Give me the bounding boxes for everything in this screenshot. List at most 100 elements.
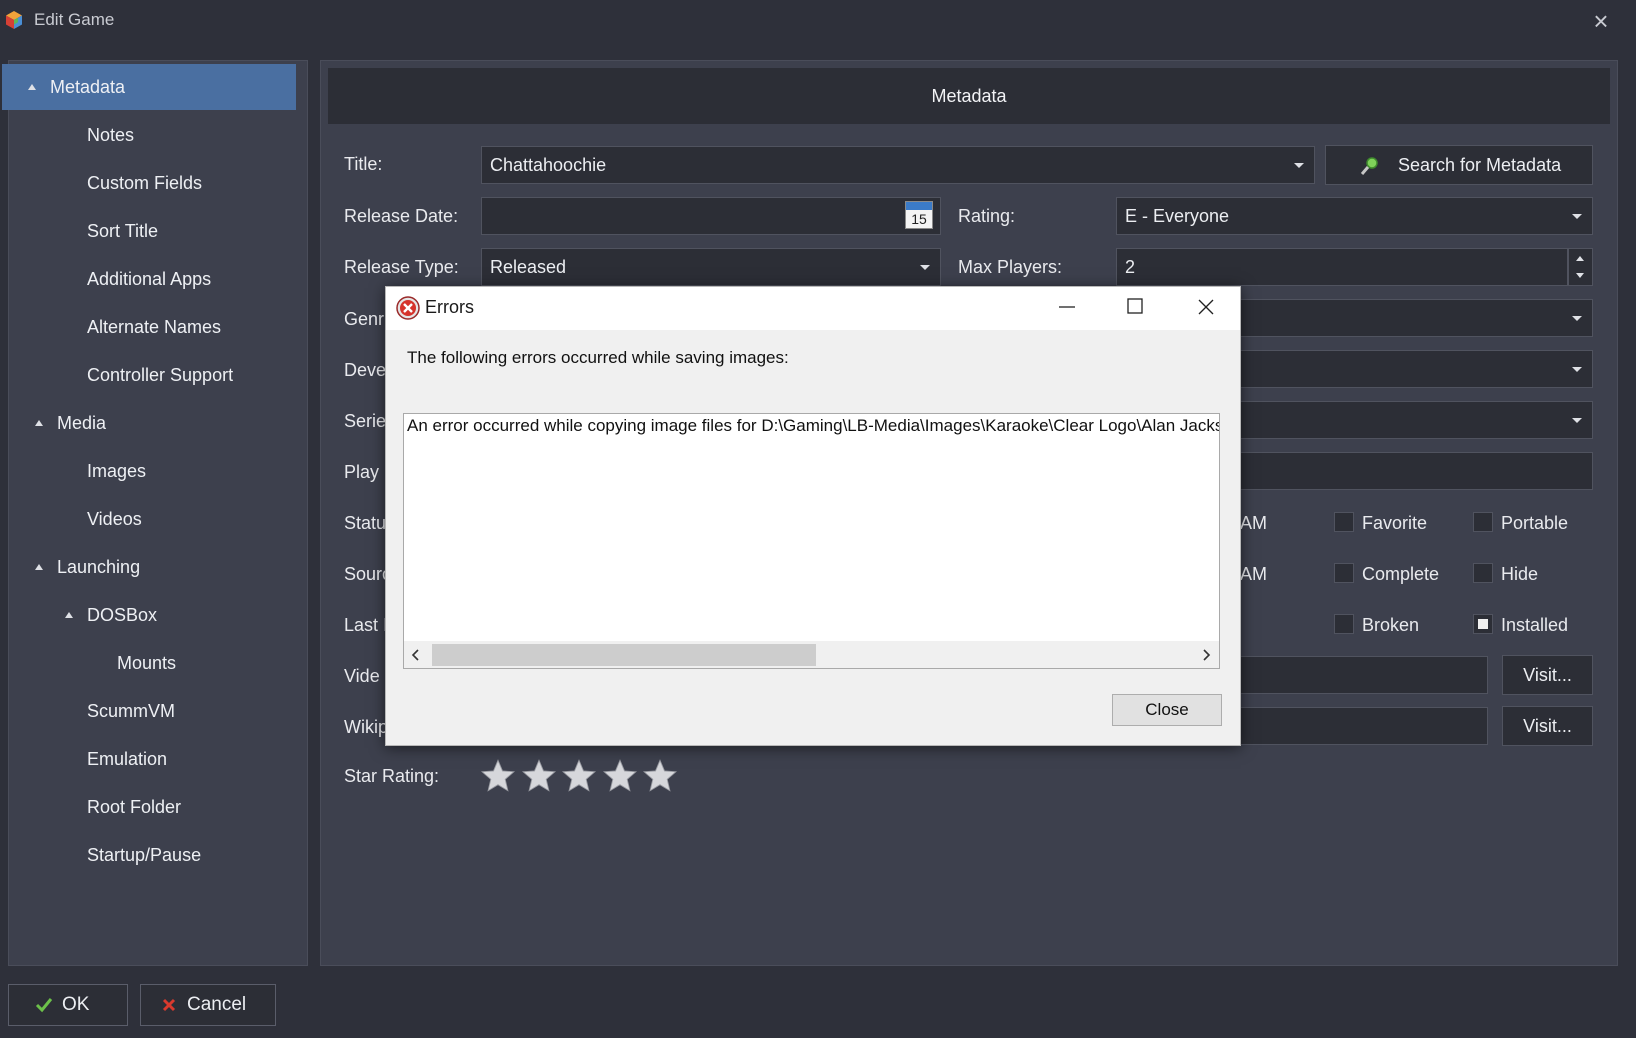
portable-checkbox[interactable] <box>1473 512 1493 532</box>
errors-dialog-message: The following errors occurred while savi… <box>407 348 789 367</box>
sidebar-item-label: Sort Title <box>87 221 159 241</box>
max-players-field[interactable]: 2 <box>1116 248 1568 286</box>
maximize-icon[interactable] <box>1126 297 1144 315</box>
sidebar-item-label: Launching <box>57 557 141 577</box>
error-details-textbox[interactable] <box>403 413 1220 669</box>
sidebar-item-label: Root Folder <box>87 797 182 817</box>
spin-up-icon[interactable] <box>1576 256 1584 261</box>
wikipedia-url-label: Wikip <box>344 717 388 737</box>
video-visit-button[interactable]: Visit... <box>1502 655 1593 695</box>
calendar-day: 15 <box>911 211 927 227</box>
favorite-checkbox[interactable] <box>1334 512 1354 532</box>
source-label: Sourc <box>344 564 392 584</box>
cancel-button[interactable]: Cancel <box>140 984 276 1026</box>
sidebar-item-metadata[interactable]: Metadata <box>2 64 296 110</box>
calendar-icon[interactable]: 15 <box>905 201 933 229</box>
sidebar-item-startup-pause[interactable]: Startup/Pause <box>9 832 307 878</box>
release-date-label: Release Date: <box>344 206 459 226</box>
sidebar-item-label: Notes <box>87 125 135 145</box>
genre-dropdown[interactable] <box>1230 299 1593 337</box>
rating-dropdown[interactable]: E - Everyone <box>1116 197 1593 235</box>
video-url-field[interactable] <box>1230 656 1488 694</box>
sidebar-item-label: DOSBox <box>87 605 158 625</box>
star-icon[interactable] <box>561 758 597 794</box>
wikipedia-url-field[interactable] <box>1230 707 1488 745</box>
last-played-label: Last I <box>344 615 389 635</box>
sidebar-item-label: Media <box>57 413 107 433</box>
release-type-dropdown-icon[interactable] <box>920 265 930 270</box>
spin-down-icon[interactable] <box>1576 273 1584 278</box>
errors-dialog-title: Errors <box>425 297 474 317</box>
sidebar-item-label: Controller Support <box>87 365 234 385</box>
max-players-spinner[interactable] <box>1568 248 1593 286</box>
play-mode-field[interactable] <box>1230 452 1593 490</box>
scrollbar-thumb[interactable] <box>432 644 816 666</box>
developer-dropdown[interactable] <box>1230 350 1593 388</box>
star-icon[interactable] <box>602 758 638 794</box>
search-metadata-button[interactable]: Search for Metadata <box>1325 145 1593 185</box>
title-label: Title: <box>344 154 383 174</box>
sidebar-item-dosbox[interactable]: DOSBox <box>9 592 307 638</box>
minimize-icon[interactable] <box>1057 296 1077 316</box>
window-close-icon[interactable]: × <box>1586 6 1616 36</box>
magnifier-icon <box>1360 157 1378 175</box>
sidebar-item-mounts[interactable]: Mounts <box>9 640 307 686</box>
sidebar-item-sort-title[interactable]: Sort Title <box>9 208 307 254</box>
dialog-close-icon[interactable] <box>1196 297 1216 317</box>
series-dropdown-icon[interactable] <box>1572 418 1582 423</box>
star-icon[interactable] <box>480 758 516 794</box>
play-mode-label: Play I <box>344 462 390 482</box>
series-dropdown[interactable] <box>1230 401 1593 439</box>
ok-label: OK <box>62 994 90 1015</box>
expand-triangle-icon[interactable] <box>35 420 43 426</box>
sidebar-item-scummvm[interactable]: ScummVM <box>9 688 307 734</box>
sidebar-item-label: Metadata <box>50 77 126 97</box>
sidebar-item-emulation[interactable]: Emulation <box>9 736 307 782</box>
sidebar-item-images[interactable]: Images <box>9 448 307 494</box>
sidebar-item-videos[interactable]: Videos <box>9 496 307 542</box>
window-titlebar <box>0 0 1636 40</box>
sidebar-item-additional-apps[interactable]: Additional Apps <box>9 256 307 302</box>
star-icon[interactable] <box>521 758 557 794</box>
hide-checkbox[interactable] <box>1473 563 1493 583</box>
title-value: Chattahoochie <box>490 155 607 175</box>
cancel-x-icon <box>162 998 176 1012</box>
release-date-field[interactable] <box>481 197 941 235</box>
sidebar-item-custom-fields[interactable]: Custom Fields <box>9 160 307 206</box>
max-players-value: 2 <box>1125 257 1136 277</box>
date-added-time-fragment: AM <box>1240 513 1267 533</box>
rating-dropdown-icon[interactable] <box>1572 214 1582 219</box>
sidebar-item-label: Emulation <box>87 749 168 769</box>
broken-checkbox[interactable] <box>1334 614 1354 634</box>
expand-triangle-icon[interactable] <box>65 612 73 618</box>
sidebar-item-label: Additional Apps <box>87 269 212 289</box>
sidebar-item-root-folder[interactable]: Root Folder <box>9 784 307 830</box>
sidebar-item-label: Startup/Pause <box>87 845 202 865</box>
expand-triangle-icon[interactable] <box>35 564 43 570</box>
scroll-right-icon[interactable] <box>1200 648 1212 662</box>
ok-button[interactable]: OK <box>8 984 128 1026</box>
title-dropdown-icon[interactable] <box>1294 163 1304 168</box>
star-icon[interactable] <box>642 758 678 794</box>
sidebar-item-controller-support[interactable]: Controller Support <box>9 352 307 398</box>
date-modified-time-fragment: AM <box>1240 564 1267 584</box>
sidebar-item-label: Alternate Names <box>87 317 222 337</box>
scroll-left-icon[interactable] <box>410 648 422 662</box>
complete-checkbox[interactable] <box>1334 563 1354 583</box>
developer-dropdown-icon[interactable] <box>1572 367 1582 372</box>
genre-dropdown-icon[interactable] <box>1572 316 1582 321</box>
expand-triangle-icon[interactable] <box>28 84 36 90</box>
sidebar-item-media[interactable]: Media <box>9 400 307 446</box>
sidebar-item-notes[interactable]: Notes <box>9 112 307 158</box>
sidebar-item-launching[interactable]: Launching <box>9 544 307 590</box>
sidebar-item-label: Videos <box>87 509 142 529</box>
star-rating-control[interactable] <box>480 758 680 796</box>
title-combobox[interactable]: Chattahoochie <box>481 146 1315 184</box>
wikipedia-visit-button[interactable]: Visit... <box>1502 706 1593 746</box>
series-label: Serie <box>344 411 387 431</box>
sidebar-item-alternate-names[interactable]: Alternate Names <box>9 304 307 350</box>
errors-close-button[interactable]: Close <box>1112 694 1222 726</box>
release-type-dropdown[interactable]: Released <box>481 248 941 286</box>
error-icon <box>396 296 420 320</box>
installed-checkbox[interactable] <box>1473 614 1493 634</box>
